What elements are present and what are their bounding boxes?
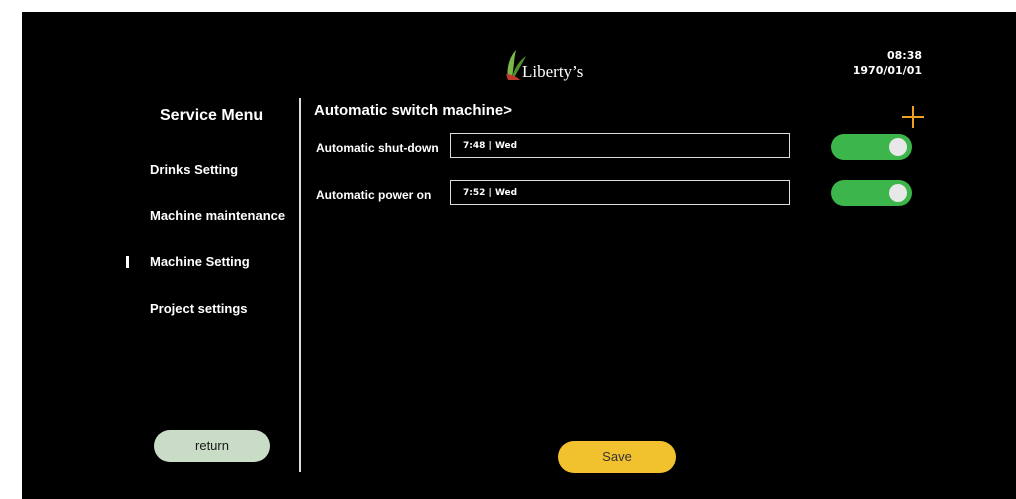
shutdown-label: Automatic shut-down <box>316 141 439 155</box>
power-on-toggle[interactable] <box>831 180 912 206</box>
screen: Liberty’s 08:38 1970/01/01 Service Menu … <box>22 12 1016 499</box>
sidebar-item-drinks-setting[interactable]: Drinks Setting <box>150 162 238 177</box>
shutdown-toggle[interactable] <box>831 134 912 160</box>
sidebar-item-project-settings[interactable]: Project settings <box>150 301 248 316</box>
clock: 08:38 1970/01/01 <box>853 48 922 78</box>
power-on-label: Automatic power on <box>316 188 432 202</box>
sidebar-title: Service Menu <box>160 107 264 124</box>
shutdown-time-field[interactable] <box>450 133 790 158</box>
save-button[interactable]: Save <box>558 441 676 473</box>
sidebar-item-machine-maintenance[interactable]: Machine maintenance <box>150 208 285 223</box>
logo-text: Liberty’s <box>522 62 584 81</box>
clock-date: 1970/01/01 <box>852 64 922 77</box>
active-indicator <box>126 256 129 268</box>
plus-icon[interactable] <box>902 106 924 128</box>
clock-time: 08:38 <box>886 49 922 62</box>
sidebar-divider <box>299 98 301 472</box>
toggle-knob <box>889 184 907 202</box>
brand-logo: Liberty’s <box>502 48 622 84</box>
power-on-time-field[interactable] <box>450 180 790 205</box>
toggle-knob <box>889 138 907 156</box>
return-button[interactable]: return <box>154 430 270 462</box>
section-title: Automatic switch machine> <box>314 102 512 119</box>
sidebar-item-machine-setting[interactable]: Machine Setting <box>150 254 250 269</box>
